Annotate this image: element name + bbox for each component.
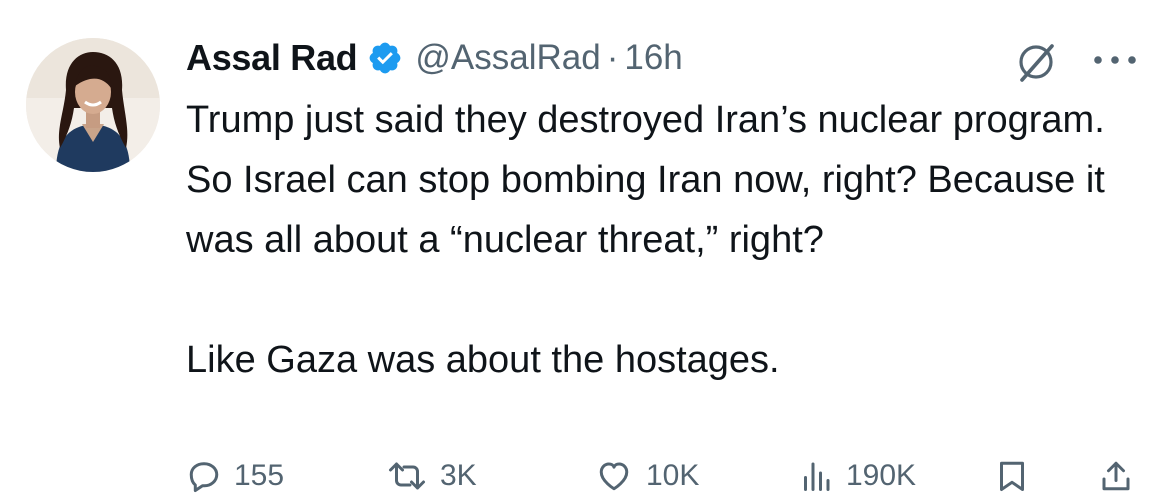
timestamp[interactable]: 16h <box>624 38 682 78</box>
bookmark-icon <box>994 457 1030 495</box>
tweet-header: Assal Rad @AssalRad · 16h <box>186 34 683 82</box>
display-name[interactable]: Assal Rad <box>186 37 358 79</box>
repost-icon <box>386 458 428 494</box>
avatar-image <box>26 38 160 172</box>
share-icon <box>1098 457 1134 495</box>
more-options-icon[interactable] <box>1090 46 1140 74</box>
tweet-paragraph: Like Gaza was about the hostages. <box>186 339 780 381</box>
grok-icon[interactable] <box>1014 40 1058 84</box>
tweet[interactable]: Assal Rad @AssalRad · 16h Trump just sai… <box>0 0 1170 500</box>
views-count: 190K <box>846 459 917 492</box>
views-button[interactable]: 190K <box>798 452 916 500</box>
repost-button[interactable]: 3K <box>386 452 477 500</box>
reply-count: 155 <box>234 459 285 492</box>
tweet-paragraph: Trump just said they destroyed Iran’s nu… <box>186 99 1105 261</box>
separator-dot: · <box>606 38 619 77</box>
like-count: 10K <box>646 459 700 492</box>
action-bar: 155 3K 10K 190K <box>186 452 1146 500</box>
analytics-icon <box>798 458 834 494</box>
reply-icon <box>186 458 222 494</box>
like-button[interactable]: 10K <box>594 452 699 500</box>
tweet-text: Trump just said they destroyed Iran’s nu… <box>186 90 1146 390</box>
bookmark-button[interactable] <box>994 452 1030 500</box>
verified-badge-icon[interactable] <box>367 40 403 76</box>
repost-count: 3K <box>440 459 477 492</box>
avatar[interactable] <box>26 38 160 172</box>
handle[interactable]: @AssalRad <box>415 38 600 78</box>
reply-button[interactable]: 155 <box>186 452 284 500</box>
heart-icon <box>594 458 634 494</box>
share-button[interactable] <box>1098 452 1134 500</box>
